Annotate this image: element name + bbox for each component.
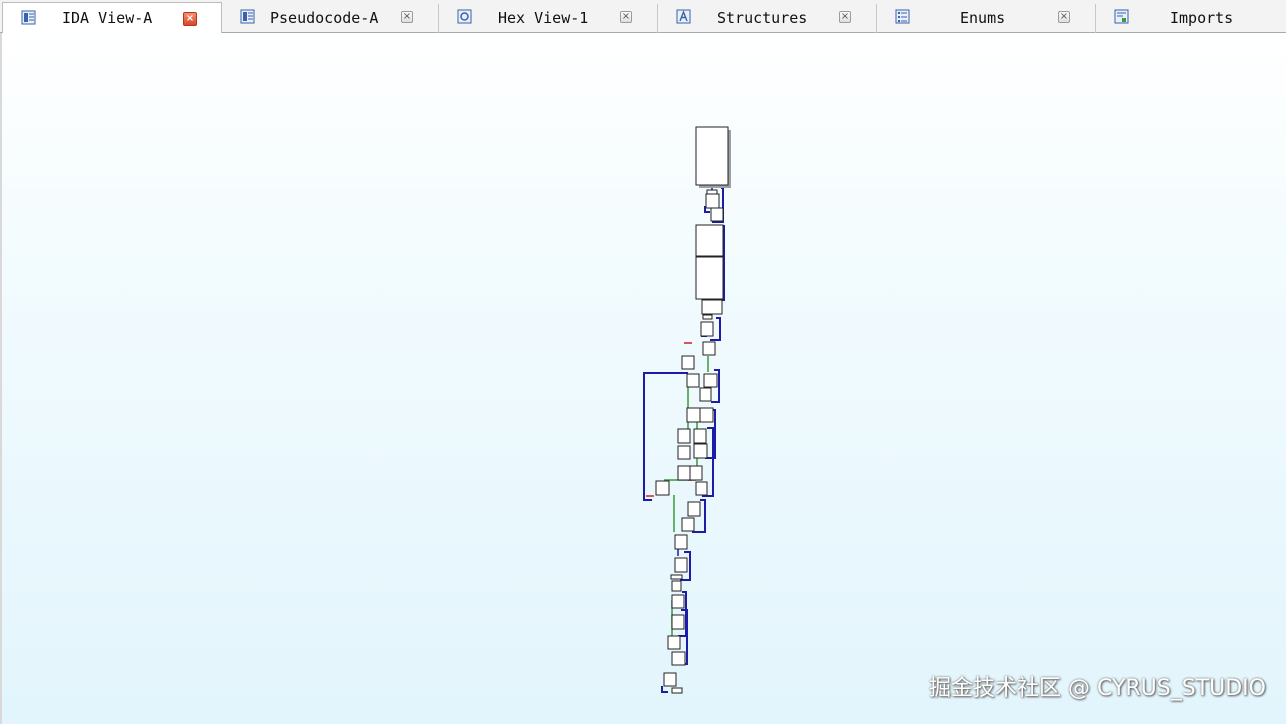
graph-node[interactable]	[674, 534, 688, 550]
graph-node[interactable]	[677, 465, 691, 481]
graph-nodes	[655, 126, 731, 694]
graph-node[interactable]	[699, 387, 712, 402]
graph-view-canvas[interactable]: 掘金技术社区 @ CYRUS_STUDIO	[0, 33, 1286, 724]
graph-node[interactable]	[699, 407, 714, 423]
graph-node[interactable]	[710, 207, 724, 222]
graph-node[interactable]	[695, 224, 724, 257]
tab-label: Enums	[960, 9, 1006, 27]
imports-icon	[1114, 9, 1129, 24]
tab-label: Hex View-1	[498, 9, 589, 27]
close-icon[interactable]: ×	[620, 11, 632, 23]
graph-node[interactable]	[671, 594, 685, 609]
graph-node[interactable]	[706, 189, 718, 195]
graph-node[interactable]	[689, 465, 703, 481]
graph-node[interactable]	[701, 299, 723, 315]
hex-view-icon	[457, 9, 472, 24]
graph-node[interactable]	[687, 501, 701, 517]
tab-imports[interactable]: Imports	[1096, 4, 1286, 33]
close-icon[interactable]: ×	[183, 12, 197, 26]
watermark-text: 掘金技术社区 @ CYRUS_STUDIO	[928, 676, 1266, 701]
graph-node[interactable]	[667, 635, 681, 650]
edge	[661, 686, 668, 693]
graph-node[interactable]	[693, 428, 707, 444]
graph-node[interactable]	[677, 428, 691, 444]
pseudocode-icon	[240, 9, 255, 24]
tab-label: IDA View-A	[62, 9, 153, 27]
control-flow-graph[interactable]	[2, 33, 1286, 724]
tab-label: Structures	[717, 9, 808, 27]
tab-enums[interactable]: Enums ×	[877, 4, 1096, 33]
graph-node[interactable]	[671, 651, 686, 666]
graph-node[interactable]	[663, 672, 677, 687]
graph-node[interactable]	[674, 557, 688, 573]
graph-node[interactable]	[655, 480, 670, 496]
tab-label: Pseudocode-A	[270, 9, 379, 27]
close-icon[interactable]: ×	[839, 11, 851, 23]
tab-structures[interactable]: Structures ×	[658, 4, 877, 33]
graph-node[interactable]	[693, 443, 708, 459]
graph-node[interactable]	[686, 407, 701, 423]
graph-node-exit[interactable]	[671, 687, 683, 694]
graph-node[interactable]	[703, 373, 718, 388]
graph-node[interactable]	[677, 445, 691, 460]
graph-node[interactable]	[702, 341, 716, 356]
graph-node[interactable]	[686, 373, 700, 388]
graph-node[interactable]	[681, 517, 695, 532]
tab-pseudocode-a[interactable]: Pseudocode-A ×	[222, 4, 439, 33]
graph-node[interactable]	[670, 574, 683, 580]
graph-node[interactable]	[695, 256, 724, 300]
tab-ida-view-a[interactable]: IDA View-A ×	[2, 2, 222, 34]
graph-node[interactable]	[700, 321, 714, 337]
tab-label: Imports	[1170, 9, 1234, 27]
graph-node[interactable]	[671, 580, 682, 592]
ida-view-icon	[21, 10, 36, 25]
tab-bar: IDA View-A × Pseudocode-A × Hex View-1 ×…	[0, 0, 1286, 34]
close-icon[interactable]: ×	[401, 11, 413, 23]
structures-icon	[676, 9, 691, 24]
graph-node[interactable]	[671, 614, 685, 630]
tab-hex-view-1[interactable]: Hex View-1 ×	[439, 4, 658, 33]
graph-node[interactable]	[705, 193, 720, 209]
graph-node-entry[interactable]	[695, 126, 729, 186]
graph-node[interactable]	[702, 314, 713, 320]
graph-node[interactable]	[681, 355, 695, 370]
close-icon[interactable]: ×	[1058, 11, 1070, 23]
enums-icon	[895, 9, 910, 24]
graph-node[interactable]	[695, 481, 708, 496]
